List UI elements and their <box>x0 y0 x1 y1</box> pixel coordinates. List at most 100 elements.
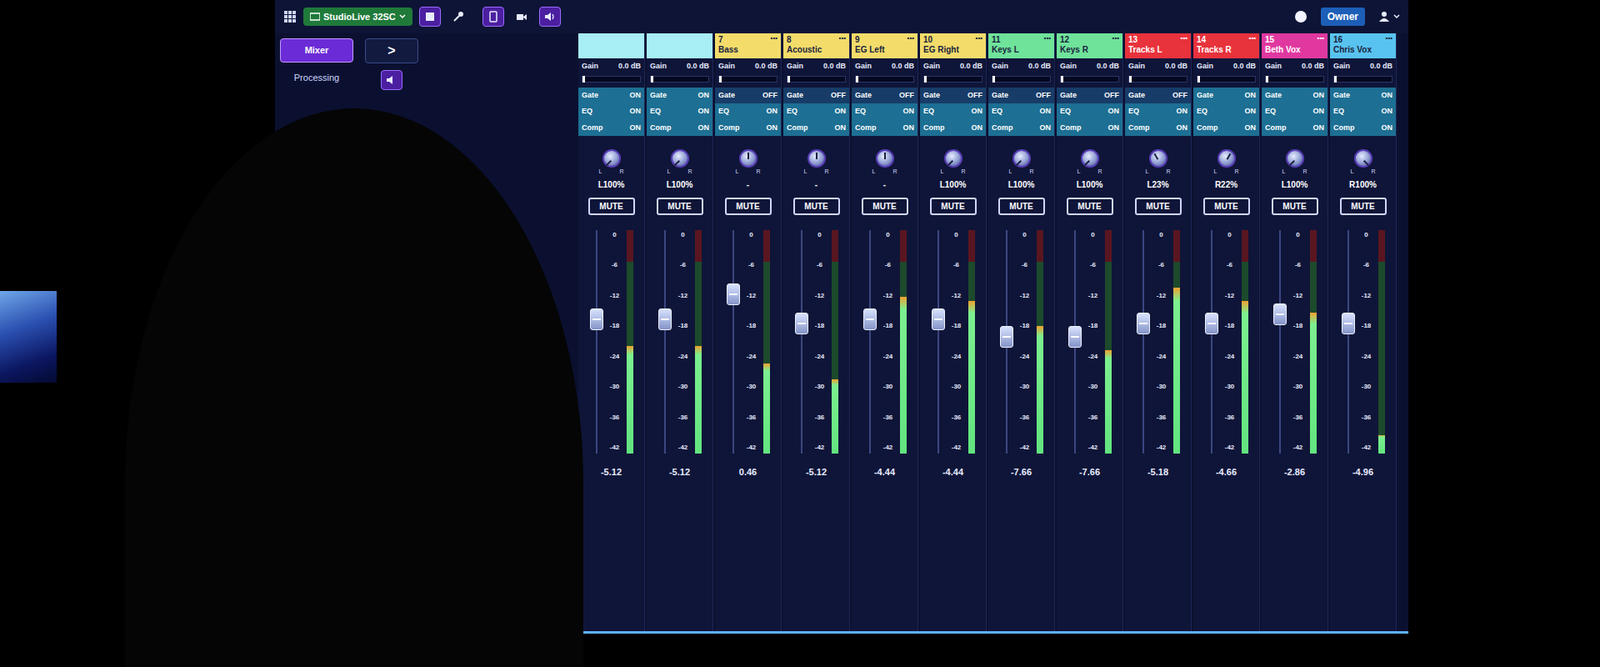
processing-row[interactable]: EQON <box>715 103 781 120</box>
channel-menu[interactable]: ••• <box>1112 34 1120 43</box>
fader-handle[interactable] <box>658 308 672 330</box>
fader-track[interactable] <box>863 230 877 454</box>
channel-header[interactable]: 14Tracks R••• <box>1193 33 1260 59</box>
processing-row[interactable]: GateOFF <box>1125 87 1191 105</box>
channel-menu[interactable]: ••• <box>1317 34 1325 43</box>
channel-menu[interactable]: ••• <box>770 34 778 43</box>
pan-knob[interactable] <box>602 149 621 168</box>
processing-row[interactable]: GateON <box>646 87 713 105</box>
channel-header[interactable]: 16Chris Vox••• <box>1330 33 1396 59</box>
sidebar-tab[interactable]: Mixer <box>280 38 354 63</box>
processing-row[interactable]: CompON <box>1261 120 1328 137</box>
processing-row[interactable]: EQON <box>920 103 986 120</box>
processing-row[interactable]: EQON <box>1125 103 1191 120</box>
fader-track[interactable] <box>658 230 672 454</box>
processing-row[interactable]: EQON <box>1261 103 1328 120</box>
monitor-button[interactable] <box>380 70 403 90</box>
gain-slider[interactable] <box>1128 75 1188 83</box>
channel-menu[interactable]: ••• <box>1044 34 1051 43</box>
gain-handle[interactable] <box>1334 75 1337 83</box>
grid-icon[interactable] <box>283 10 297 24</box>
pan-knob[interactable] <box>1285 149 1305 168</box>
fader-track[interactable] <box>1341 230 1355 454</box>
processing-row[interactable]: EQON <box>988 103 1055 120</box>
fader-track[interactable] <box>1136 230 1150 454</box>
fader-track[interactable] <box>1273 230 1287 454</box>
pan-knob[interactable] <box>670 149 690 168</box>
fader-track[interactable] <box>1000 230 1014 454</box>
gain-handle[interactable] <box>582 75 585 83</box>
processing-row[interactable]: EQON <box>646 103 713 120</box>
owner-button[interactable]: Owner <box>1320 7 1365 26</box>
gain-slider[interactable] <box>650 75 710 83</box>
gain-slider[interactable] <box>923 75 983 83</box>
channel-header[interactable] <box>578 33 645 59</box>
channel-header[interactable]: 15Beth Vox••• <box>1261 33 1328 59</box>
channel-header[interactable]: 10EG Right••• <box>920 33 986 59</box>
processing-row[interactable]: CompON <box>851 120 918 137</box>
processing-row[interactable]: GateOFF <box>988 87 1055 105</box>
processing-row[interactable]: GateOFF <box>1056 87 1123 105</box>
channel-header[interactable]: 7Bass••• <box>715 33 781 59</box>
pan-knob[interactable] <box>807 149 826 168</box>
gain-handle[interactable] <box>855 75 859 83</box>
channel-menu[interactable]: ••• <box>975 34 983 43</box>
channel-header[interactable]: 11Keys L••• <box>988 33 1055 59</box>
gain-slider[interactable] <box>1265 75 1325 83</box>
channel-menu[interactable]: ••• <box>1180 34 1188 43</box>
processing-row[interactable]: CompON <box>920 120 986 137</box>
processing-row[interactable]: GateON <box>1261 87 1328 105</box>
mute-button[interactable]: MUTE <box>656 197 704 215</box>
channel-menu[interactable]: ••• <box>1385 34 1393 43</box>
gain-handle[interactable] <box>992 75 995 83</box>
mute-button[interactable]: MUTE <box>1203 197 1250 215</box>
pan-knob[interactable] <box>739 149 758 168</box>
gain-handle[interactable] <box>650 75 654 83</box>
view-button[interactable] <box>419 6 441 27</box>
fader-track[interactable] <box>931 230 945 454</box>
mute-button[interactable]: MUTE <box>1066 197 1114 215</box>
processing-row[interactable]: CompON <box>988 120 1055 137</box>
gain-slider[interactable] <box>1196 75 1256 83</box>
processing-row[interactable]: EQON <box>1056 103 1123 120</box>
processing-row[interactable]: GateON <box>578 87 645 105</box>
gain-slider[interactable] <box>1060 75 1120 83</box>
camera-button[interactable] <box>510 6 533 27</box>
gain-handle[interactable] <box>924 75 927 83</box>
gain-slider[interactable] <box>581 75 641 83</box>
processing-row[interactable]: EQON <box>783 103 850 120</box>
channel-menu[interactable]: ••• <box>1249 34 1256 43</box>
channel-header[interactable]: 12Keys R••• <box>1056 33 1123 59</box>
gain-handle[interactable] <box>1265 75 1269 83</box>
mute-button[interactable]: MUTE <box>793 197 840 215</box>
mute-button[interactable]: MUTE <box>861 197 909 215</box>
gain-slider[interactable] <box>855 75 915 83</box>
processing-row[interactable]: GateOFF <box>715 87 781 105</box>
mute-button[interactable]: MUTE <box>1135 197 1182 215</box>
processing-row[interactable]: CompON <box>1125 120 1191 137</box>
gain-handle[interactable] <box>787 75 790 83</box>
mute-button[interactable]: MUTE <box>1340 197 1387 215</box>
fader-track[interactable] <box>1205 230 1219 454</box>
device-select[interactable]: StudioLive 32SC <box>303 7 413 27</box>
mute-button[interactable]: MUTE <box>725 197 772 215</box>
fader-track[interactable] <box>726 230 740 454</box>
processing-row[interactable]: EQON <box>851 103 918 120</box>
user-menu[interactable] <box>1378 10 1400 23</box>
fader-track[interactable] <box>795 230 809 454</box>
tools-button[interactable] <box>447 6 470 27</box>
processing-row[interactable]: CompON <box>646 120 713 137</box>
fader-handle[interactable] <box>1000 325 1014 348</box>
channel-header[interactable]: 9EG Left••• <box>851 33 918 59</box>
expand-button[interactable]: > <box>365 38 419 64</box>
fader-handle[interactable] <box>1205 312 1219 335</box>
mute-button[interactable]: MUTE <box>588 197 635 215</box>
tablet-button[interactable] <box>482 6 505 27</box>
processing-row[interactable]: GateON <box>1330 87 1396 105</box>
fader-handle[interactable] <box>590 308 604 330</box>
gain-handle[interactable] <box>719 75 722 83</box>
fader-handle[interactable] <box>795 312 809 335</box>
fader-track[interactable] <box>590 230 604 454</box>
channel-header[interactable]: 13Tracks L••• <box>1125 33 1191 59</box>
fader-track[interactable] <box>1068 230 1082 454</box>
